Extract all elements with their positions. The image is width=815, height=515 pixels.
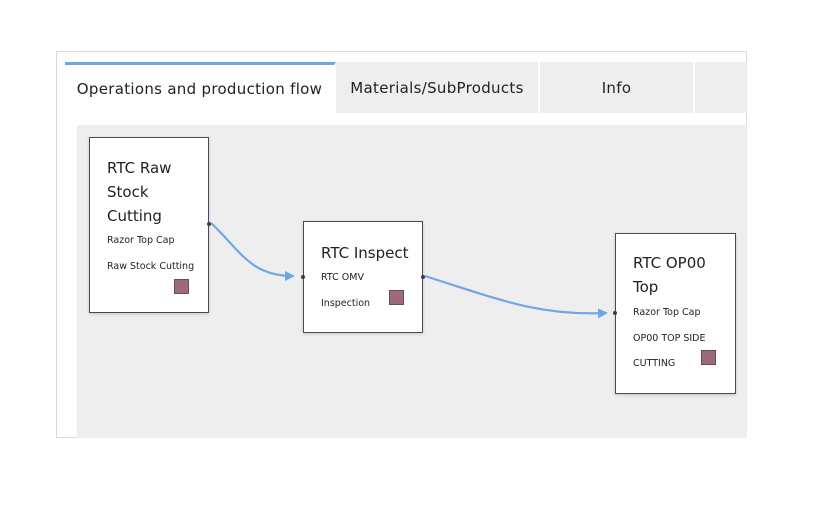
output-port[interactable] [207, 222, 211, 226]
node-product: Razor Top Cap [633, 307, 701, 318]
node-title-line: Top [633, 278, 659, 296]
flow-node-rtc-inspect[interactable]: RTC Inspect RTC OMV Inspection [301, 221, 425, 333]
input-port[interactable] [301, 275, 305, 279]
status-swatch [389, 290, 404, 305]
node-title-line: Stock [107, 183, 149, 201]
status-swatch [701, 350, 716, 365]
tab-label: Info [601, 78, 632, 97]
node-product: RTC OMV [321, 272, 364, 283]
node-operation: Inspection [321, 298, 371, 309]
tab-bar: Operations and production flow Materials… [65, 62, 747, 113]
tab-label: Operations and production flow [76, 80, 323, 98]
node-title: RTC OP00 Top [633, 251, 706, 299]
tab-operations-flow[interactable]: Operations and production flow [65, 62, 336, 113]
node-title-line: RTC Inspect [321, 244, 409, 262]
status-swatch [174, 279, 189, 294]
input-port[interactable] [613, 311, 617, 315]
node-operation: Raw Stock Cutting [107, 261, 195, 272]
node-title: RTC Raw Stock Cutting [107, 156, 171, 228]
node-operation-cont: CUTTING [633, 358, 676, 369]
node-operation: OP00 TOP SIDE [633, 333, 706, 344]
node-product: Razor Top Cap [107, 235, 175, 246]
node-title: RTC Inspect [321, 241, 408, 265]
tab-materials-subproducts[interactable]: Materials/SubProducts [336, 62, 540, 113]
tab-info[interactable]: Info [540, 62, 695, 113]
tab-more[interactable] [695, 62, 747, 113]
tab-label: Materials/SubProducts [350, 78, 524, 97]
node-title-line: Cutting [107, 207, 162, 225]
output-port[interactable] [421, 275, 425, 279]
flow-node-raw-stock-cutting[interactable]: RTC Raw Stock Cutting Razor Top Cap Raw … [89, 137, 211, 313]
flow-node-op00-top[interactable]: RTC OP00 Top Razor Top Cap OP00 TOP SIDE… [613, 233, 736, 394]
node-title-line: RTC Raw [107, 159, 172, 177]
node-title-line: RTC OP00 [633, 254, 706, 272]
